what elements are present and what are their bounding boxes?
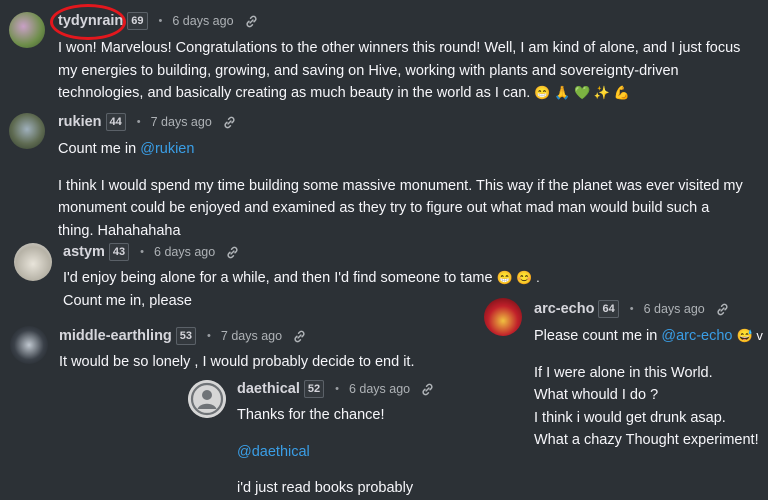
timestamp[interactable]: 7 days ago	[221, 329, 282, 343]
user-mention-link[interactable]: @arc-echo	[661, 328, 732, 344]
author-name[interactable]: rukien	[58, 114, 102, 130]
comment-text: What whould I do ?	[534, 387, 659, 403]
timestamp[interactable]: 7 days ago	[151, 115, 212, 129]
timestamp[interactable]: 6 days ago	[349, 382, 410, 396]
default-user-icon	[188, 380, 226, 418]
link-icon[interactable]	[244, 14, 259, 29]
link-icon[interactable]	[222, 115, 237, 130]
avatar[interactable]	[9, 113, 45, 149]
avatar[interactable]	[9, 12, 45, 48]
user-mention-link[interactable]: @rukien	[140, 141, 194, 157]
avatar[interactable]	[14, 243, 52, 281]
reputation-badge: 53	[175, 327, 197, 345]
author-name[interactable]: arc-echo	[534, 301, 594, 317]
reputation-badge: 44	[105, 113, 126, 131]
emoji-group: 😅 v	[736, 328, 763, 343]
comment-text: I think i would get drunk asap.	[534, 409, 726, 426]
comment-text: Please count me in	[534, 328, 662, 344]
avatar[interactable]	[10, 326, 48, 364]
timestamp[interactable]: 6 days ago	[154, 245, 215, 259]
author-name[interactable]: daethical	[237, 381, 300, 397]
link-icon[interactable]	[420, 382, 435, 397]
timestamp[interactable]: 6 days ago	[172, 14, 233, 28]
author-name[interactable]: tydynrain	[58, 13, 123, 29]
reputation-badge: 69	[127, 12, 148, 30]
user-mention-link[interactable]: @daethical	[237, 441, 517, 464]
comment-text: I'd enjoy being alone for a while, and t…	[63, 270, 493, 286]
link-icon[interactable]	[225, 245, 240, 260]
comment-text: Count me in	[58, 141, 141, 157]
comment-text: Thanks for the chance!	[237, 407, 385, 423]
timestamp[interactable]: 6 days ago	[644, 302, 705, 316]
reputation-badge: 52	[303, 380, 325, 398]
comment-text: Count me in, please	[63, 292, 192, 309]
reputation-badge: 64	[598, 300, 619, 318]
comment-text: I won! Marvelous! Congratulations to the…	[58, 40, 741, 101]
emoji-group: 😁 🙏 💚 ✨ 💪	[534, 85, 630, 100]
link-icon[interactable]	[292, 329, 307, 344]
comment-text: I think I would spend my time building s…	[58, 177, 743, 239]
comment-text: It would be so lonely , I would probably…	[59, 354, 415, 370]
avatar[interactable]	[484, 298, 522, 336]
emoji-group: 😁 😊 .	[496, 270, 540, 285]
comment-text: i'd just read books probably	[237, 480, 414, 496]
link-icon[interactable]	[715, 302, 730, 317]
author-name[interactable]: astym	[63, 244, 105, 260]
avatar[interactable]	[188, 380, 226, 418]
comment-text: If I were alone in this World.	[534, 364, 713, 381]
comment-text: What a chazy Thought experiment!	[534, 432, 759, 448]
author-name[interactable]: middle-earthling	[59, 328, 172, 344]
reputation-badge: 43	[108, 243, 130, 261]
